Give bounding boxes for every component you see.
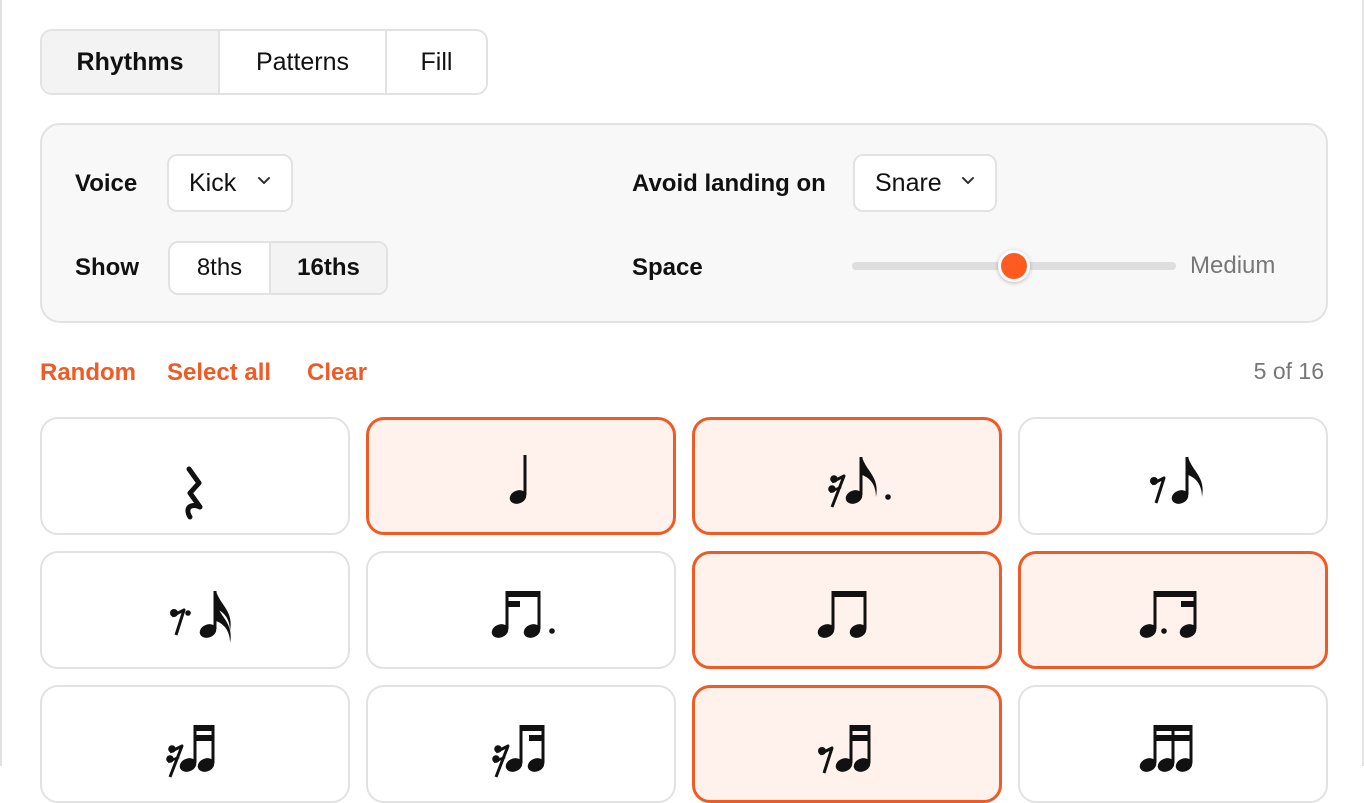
space-label: Space — [632, 254, 703, 281]
voice-select[interactable]: Kick — [167, 154, 293, 212]
select-all-button[interactable]: Select all — [167, 359, 271, 387]
tab-rhythms[interactable]: Rhythms — [42, 31, 218, 93]
show-option-8ths[interactable]: 8ths — [170, 243, 269, 293]
rhythm-card[interactable] — [366, 551, 676, 669]
quarter-rest-icon — [185, 466, 203, 520]
show-segmented-control: 8ths 16ths — [168, 241, 388, 295]
selection-count: 5 of 16 — [1253, 358, 1324, 384]
sixteenth-rest-sixteenth-eighth-icon — [492, 725, 545, 778]
chevron-down-icon — [258, 177, 270, 184]
eighth-rest-eighth-note-icon — [1150, 457, 1203, 504]
show-option-16ths[interactable]: 16ths — [269, 243, 386, 293]
settings-panel: Voice Kick Avoid landing on Snare Show 8… — [40, 123, 1328, 323]
voice-select-value: Kick — [189, 168, 237, 197]
rhythm-card[interactable] — [366, 417, 676, 535]
random-button[interactable]: Random — [40, 359, 136, 387]
tab-patterns[interactable]: Patterns — [218, 31, 385, 93]
voice-label: Voice — [75, 170, 138, 197]
eighth-rest-two-sixteenths-icon — [818, 725, 871, 774]
rhythm-card[interactable] — [40, 685, 350, 803]
chevron-down-icon — [962, 177, 974, 184]
two-eighth-notes-beamed-icon — [817, 591, 867, 638]
dotted-eighth-sixteenth-beamed-icon — [1139, 591, 1197, 638]
space-slider[interactable] — [852, 250, 1176, 282]
mode-tabs: Rhythms Patterns Fill — [40, 29, 488, 95]
rhythm-card[interactable] — [692, 685, 1002, 803]
quarter-note-icon — [509, 455, 527, 504]
dotted-eighth-rest-sixteenth-note-icon — [170, 591, 231, 643]
space-slider-thumb[interactable] — [998, 250, 1030, 282]
avoid-landing-select-value: Snare — [875, 168, 942, 197]
rhythm-card[interactable] — [40, 551, 350, 669]
clear-button[interactable]: Clear — [307, 359, 367, 387]
rhythm-card[interactable] — [1018, 685, 1328, 803]
sixteenth-rest-three-sixteenths-icon — [166, 725, 215, 778]
tab-fill[interactable]: Fill — [385, 31, 486, 93]
rhythm-card[interactable] — [692, 417, 1002, 535]
space-value: Medium — [1190, 252, 1276, 279]
avoid-landing-select[interactable]: Snare — [853, 154, 997, 212]
show-label: Show — [75, 254, 139, 281]
rhythm-card[interactable] — [40, 417, 350, 535]
rhythm-card[interactable] — [366, 685, 676, 803]
rhythm-card[interactable] — [692, 551, 1002, 669]
four-sixteenth-notes-icon — [1139, 725, 1193, 772]
rhythm-card[interactable] — [1018, 417, 1328, 535]
sixteenth-rest-dotted-eighth-note-icon — [828, 457, 891, 508]
sixteenth-dotted-eighth-beamed-icon — [491, 591, 555, 638]
rhythm-card[interactable] — [1018, 551, 1328, 669]
avoid-landing-label: Avoid landing on — [632, 170, 826, 197]
app-frame: Rhythms Patterns Fill Voice Kick Avoid l… — [0, 0, 1364, 803]
